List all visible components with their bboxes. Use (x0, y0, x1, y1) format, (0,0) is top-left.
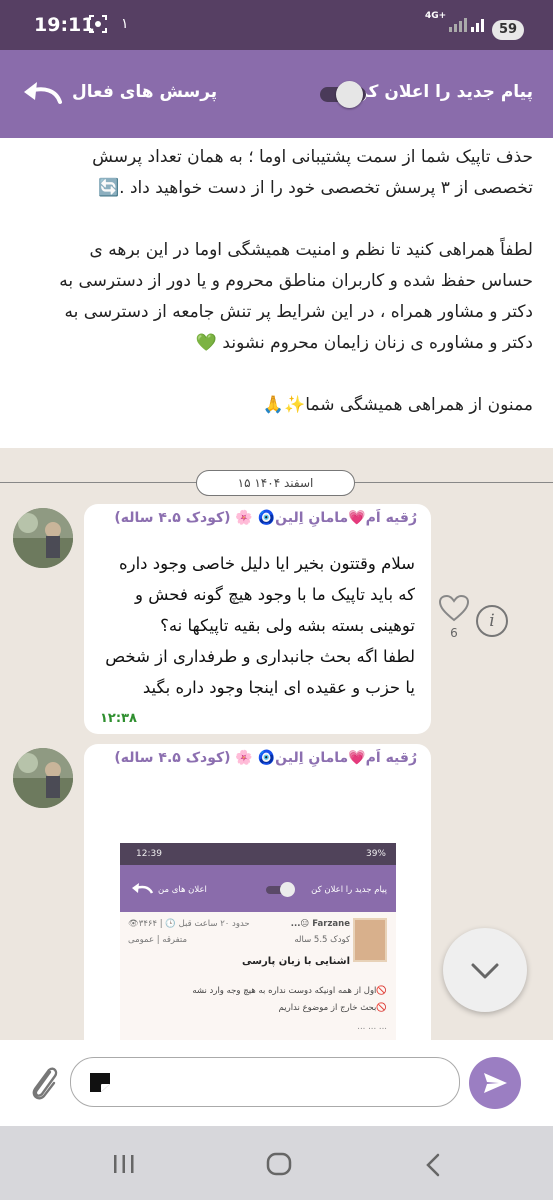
message-text: سلام وقتتون بخیر ایا دلیل خاصی وجود داره… (95, 548, 415, 703)
sticker-icon[interactable] (87, 1070, 113, 1094)
announcement-line: لطفاً همراهی کنید تا نظم و امنیت همیشگی … (89, 240, 534, 260)
home-icon[interactable] (266, 1152, 292, 1176)
send-button[interactable] (469, 1057, 521, 1109)
signal-icon (447, 14, 487, 34)
notify-toggle[interactable] (318, 81, 368, 108)
send-icon (484, 1073, 507, 1093)
sender-label: رُقیه اَم💗مامانِ اِلین🧿 🌸 (235, 750, 417, 766)
screenshot-meta: حدود ۲۰ ساعت قبل 🕒 | ۳۴۶۴👁 (128, 919, 250, 929)
announcement-line: ممنون از همراهی همیشگی شما✨🙏 (262, 395, 533, 415)
message-line: لطفا اگه بحث جانبداری و طرفداری از شخص (105, 647, 415, 666)
announcement-line: دکتر و مشاور همراه ، در این شرایط پر تنش… (64, 302, 533, 322)
message-time: ۱۲:۳۸ (100, 711, 137, 726)
screenshot-notify-label: پیام جدید را اعلان کن (311, 885, 387, 895)
info-icon[interactable]: i (476, 605, 508, 637)
screenshot-topic-card: Farzane 😐... کودک 5.5 ساله حدود ۲۰ ساعت … (120, 912, 396, 1040)
child-age: (کودک ۴.۵ ساله) (114, 750, 231, 766)
date-chip: ۱۵ اسفند ۱۴۰۴ (196, 470, 355, 496)
chevron-down-icon (471, 963, 499, 979)
announcement-line: حساس حفظ شده و کاربران مناطق محروم و یا … (59, 271, 533, 291)
network-type: 4G+ (425, 11, 447, 21)
screenshot-topic-image (353, 918, 387, 962)
sender-name[interactable]: رُقیه اَم💗مامانِ اِلین🧿 🌸 (کودک ۴.۵ ساله… (114, 510, 417, 526)
avatar[interactable] (13, 748, 73, 808)
like-button[interactable]: 6 (437, 594, 471, 642)
screenshot-line: 🚫اول از همه اونیکه دوست نداره به هیچ وجه… (192, 986, 387, 996)
screenshot-line: ... ... ... (357, 1022, 387, 1032)
nav-back-icon[interactable] (423, 1152, 443, 1178)
status-time: 19:11 (34, 14, 95, 36)
screenshot-time: 12:39 (136, 849, 162, 859)
screenshot-toggle (266, 882, 296, 897)
screenshot-age: کودک 5.5 ساله (294, 935, 350, 945)
message-bubble[interactable]: رُقیه اَم💗مامانِ اِلین🧿 🌸 (کودک ۴.۵ ساله… (84, 504, 431, 734)
message-line: یا حزب و عقیده ای اینجا وجود داره بگید (142, 678, 415, 697)
sim-indicator: ۱ (121, 16, 129, 32)
announcement-line: دکتر و مشاوره ی زنان زایمان محروم نشوند … (195, 333, 533, 353)
screenshot-status-bar: 12:39 39% (120, 843, 396, 865)
system-nav-bar (0, 1126, 553, 1200)
top-app-bar: پیام جدید را اعلان کن پرسش های فعال (0, 50, 553, 138)
scroll-down-button[interactable] (443, 928, 527, 1012)
announcement-panel: حذف تاپیک شما از سمت پشتیبانی اوما ؛ به … (0, 138, 553, 448)
page-title: پرسش های فعال (72, 82, 218, 102)
announcement-line: تخصصی از ۳ پرسش تخصصی خود را از دست خواه… (98, 178, 533, 198)
notify-label: پیام جدید را اعلان کن (353, 82, 533, 102)
screenshot-title: اعلان های من (158, 885, 207, 895)
screenshot-category: متفرقه | عمومی (128, 935, 188, 945)
recent-apps-icon[interactable] (110, 1153, 138, 1175)
screenshot-user: Farzane 😐... (290, 919, 350, 929)
like-count: 6 (450, 626, 458, 640)
message-line: که باید تاپیک ما با وجود هیچ گونه فحش و (135, 585, 415, 604)
message-line: توهینی بسته بشه ولی بقیه تاپیکها نه؟ (160, 616, 415, 635)
screenshot-line: 🚫بحث خارج از موضوع نداریم (278, 1003, 387, 1013)
sender-name[interactable]: رُقیه اَم💗مامانِ اِلین🧿 🌸 (کودک ۴.۵ ساله… (114, 750, 417, 766)
attached-screenshot[interactable]: 12:39 39% پیام جدید را اعلان کن اعلان ها… (120, 843, 396, 1040)
message-composer (0, 1040, 553, 1126)
back-arrow-icon (130, 881, 154, 897)
back-arrow-icon[interactable] (20, 78, 64, 110)
child-age: (کودک ۴.۵ ساله) (114, 510, 231, 526)
battery-icon: 59 (492, 20, 524, 40)
avatar[interactable] (13, 508, 73, 568)
announcement-line (0, 359, 553, 390)
heart-icon (438, 594, 470, 622)
paperclip-icon[interactable] (26, 1062, 62, 1104)
announcement-line: حذف تاپیک شما از سمت پشتیبانی اوما ؛ به … (92, 147, 533, 167)
toggle-knob (336, 81, 363, 108)
message-input[interactable] (70, 1057, 460, 1107)
announcement-line (0, 204, 553, 235)
screen-record-icon (88, 14, 108, 38)
screenshot-topic: اشنایی با زبان پارسی (242, 956, 350, 967)
status-bar: 19:11 ۱ 4G+ 59 (0, 0, 553, 50)
message-line: سلام وقتتون بخیر ایا دلیل خاصی وجود داره (118, 554, 415, 573)
sender-label: رُقیه اَم💗مامانِ اِلین🧿 🌸 (235, 510, 417, 526)
screenshot-battery: 39% (365, 849, 386, 859)
screenshot-toolbar: پیام جدید را اعلان کن اعلان های من (120, 865, 396, 912)
